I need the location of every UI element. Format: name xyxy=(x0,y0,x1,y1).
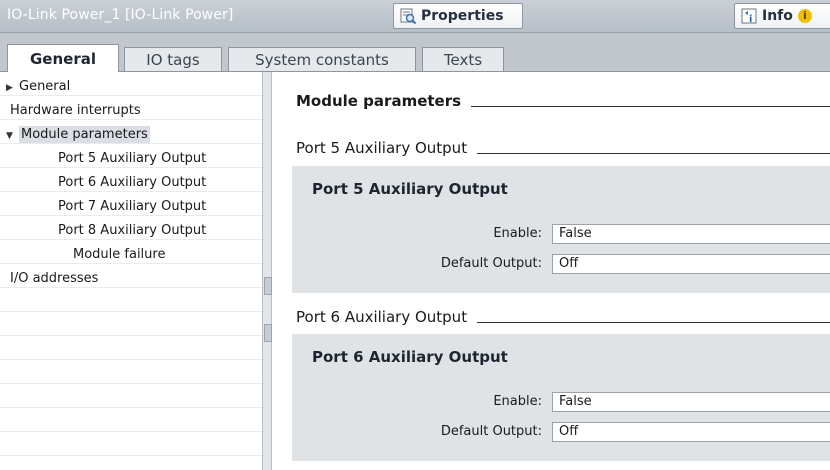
tab-io-tags[interactable]: IO tags xyxy=(124,47,222,71)
properties-tab[interactable]: Properties xyxy=(393,3,523,29)
group-title: Port 5 Auxiliary Output xyxy=(312,180,508,198)
nav-item-hardware-interrupts[interactable]: Hardware interrupts xyxy=(10,101,141,121)
port5-section-heading: Port 5 Auxiliary Output xyxy=(296,139,830,157)
port6-section-heading: Port 6 Auxiliary Output xyxy=(296,308,830,326)
nav-item-module-parameters[interactable]: ▼ Module parameters xyxy=(6,125,150,145)
panel-splitter[interactable] xyxy=(262,72,272,470)
properties-icon xyxy=(399,7,417,25)
nav-item-label: Port 5 Auxiliary Output xyxy=(58,151,207,166)
nav-item-io-addresses[interactable]: I/O addresses xyxy=(10,269,98,289)
tab-system-constants[interactable]: System constants xyxy=(228,47,416,71)
enable-label: Enable: xyxy=(493,226,542,241)
heading-rule xyxy=(477,153,830,154)
navigation-tree: ▶ General Hardware interrupts ▼ Module par… xyxy=(0,72,262,470)
nav-item-port5[interactable]: Port 5 Auxiliary Output xyxy=(58,149,206,169)
nav-item-module-failure[interactable]: Module failure xyxy=(73,245,165,265)
nav-item-label: I/O addresses xyxy=(10,271,99,286)
nav-item-label: Port 7 Auxiliary Output xyxy=(58,199,207,214)
window-title: IO-Link Power_1 [IO-Link Power] xyxy=(7,7,234,23)
heading-text: Port 6 Auxiliary Output xyxy=(296,308,468,326)
nav-item-label: Port 6 Auxiliary Output xyxy=(58,175,207,190)
port5-group: Port 5 Auxiliary Output Enable: False De… xyxy=(292,166,830,293)
port6-enable-field[interactable]: False xyxy=(552,392,830,412)
info-tab-label: Info xyxy=(762,8,793,24)
module-parameters-heading: Module parameters xyxy=(296,92,830,110)
port6-default-output-field[interactable]: Off xyxy=(552,422,830,442)
heading-rule xyxy=(471,106,830,107)
info-tab[interactable]: i Info i xyxy=(734,3,830,29)
properties-tab-label: Properties xyxy=(421,8,504,24)
parameters-panel: Module parameters Port 5 Auxiliary Outpu… xyxy=(272,72,830,470)
nav-item-label: Module failure xyxy=(73,247,166,262)
nav-item-port6[interactable]: Port 6 Auxiliary Output xyxy=(58,173,206,193)
expand-arrow-icon[interactable]: ▶ xyxy=(6,78,15,98)
nav-item-label: General xyxy=(19,79,71,94)
tab-general[interactable]: General xyxy=(7,44,119,72)
tab-texts[interactable]: Texts xyxy=(422,47,504,71)
nav-item-port7[interactable]: Port 7 Auxiliary Output xyxy=(58,197,206,217)
port5-default-output-field[interactable]: Off xyxy=(552,254,830,274)
default-output-label: Default Output: xyxy=(440,424,542,439)
heading-text: Module parameters xyxy=(296,92,462,110)
nav-item-label: Hardware interrupts xyxy=(10,103,141,118)
collapse-arrow-icon[interactable]: ▼ xyxy=(6,126,15,146)
info-badge-icon: i xyxy=(797,9,812,23)
title-bar: IO-Link Power_1 [IO-Link Power] Properti… xyxy=(0,0,830,33)
nav-item-label: Module parameters xyxy=(19,126,150,143)
nav-item-port8[interactable]: Port 8 Auxiliary Output xyxy=(58,221,206,241)
property-tabs: General IO tags System constants Texts xyxy=(0,33,830,72)
collapse-left-icon[interactable] xyxy=(264,277,272,295)
heading-text: Port 5 Auxiliary Output xyxy=(296,139,468,157)
svg-text:i: i xyxy=(749,14,752,25)
info-icon: i xyxy=(740,7,758,25)
port6-group: Port 6 Auxiliary Output Enable: False De… xyxy=(292,334,830,461)
heading-rule xyxy=(477,322,830,323)
enable-label: Enable: xyxy=(493,394,542,409)
group-title: Port 6 Auxiliary Output xyxy=(312,348,508,366)
default-output-label: Default Output: xyxy=(440,256,542,271)
nav-item-general[interactable]: ▶ General xyxy=(6,77,70,97)
nav-item-label: Port 8 Auxiliary Output xyxy=(58,223,207,238)
port5-enable-field[interactable]: False xyxy=(552,224,830,244)
expand-right-icon[interactable] xyxy=(264,324,272,342)
